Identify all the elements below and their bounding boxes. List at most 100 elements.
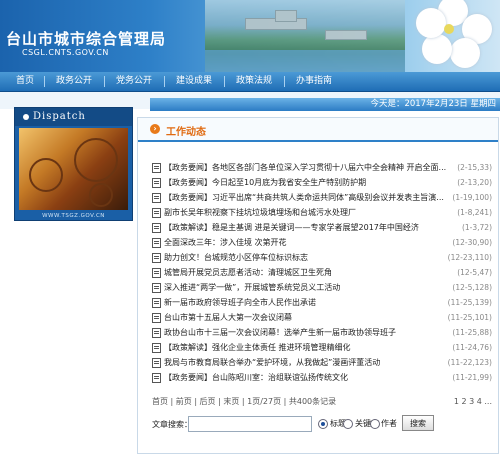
news-item[interactable]: 【政务要闻】习近平出席“共商共筑人类命运共同体”高级别会议并发表主旨演... (… [152,190,492,205]
search-label: 文章搜索： [152,420,192,429]
scenery-water [205,50,405,72]
news-item[interactable]: 深入推进“两学一做”，开展城管系统党员义工活动 (12-5,128) [152,280,492,295]
flower-petal [416,8,446,38]
news-title[interactable]: 【政务要闻】今日起至10月底为我省安全生产特别防护期 [164,175,449,190]
news-date: (11-21,99) [452,373,492,382]
site-header: 台山市城市综合管理局 CSGL.CNTS.GOV.CN [0,0,500,72]
nav-item-government-affairs[interactable]: 政务公开 [56,72,92,91]
search-button[interactable]: 搜索 [402,415,434,431]
gear-icon [29,158,63,192]
header-flower-image [398,0,500,72]
document-icon [152,283,161,293]
document-icon [152,223,161,233]
gear-icon [89,183,113,207]
flower-petal [450,38,480,68]
document-icon [152,193,161,203]
nav-divider [104,76,105,87]
news-date: (11-25,139) [447,298,492,307]
nav-divider [224,76,225,87]
news-title[interactable]: 助力创文！台城规范小区停车位标识标志 [164,250,449,265]
news-title[interactable]: 我局与市教育局联合举办“爱护环境，从我做起”漫画评董活动 [164,355,449,370]
document-icon [152,358,161,368]
site-domain: CSGL.CNTS.GOV.CN [22,48,109,57]
work-news-panel: › 工作动态 【政务要闻】各地区各部门各单位深入学习贯彻十八届六中全会精神 开启… [137,117,499,454]
arrow-icon: › [150,124,160,134]
document-icon [152,163,161,173]
news-title[interactable]: 【政策解读】强化企业主体责任 推进环境管理精细化 [164,340,449,355]
news-title[interactable]: 【政务要闻】各地区各部门各单位深入学习贯彻十八届六中全会精神 开启全面... [164,160,449,175]
document-icon [152,298,161,308]
nav-item-party-affairs[interactable]: 党务公开 [116,72,152,91]
dispatch-title-bar: Dispatch [15,108,132,126]
nav-divider [284,76,285,87]
news-date: (11-24,76) [452,343,492,352]
dispatch-image [19,128,128,210]
news-title[interactable]: 城管局开展党员志愿者活动：清理城区卫生死角 [164,265,449,280]
news-item[interactable]: 【政务要闻】各地区各部门各单位深入学习贯彻十八届六中全会精神 开启全面... (… [152,160,492,175]
news-item[interactable]: 新一届市政府领导班子向全市人民作出承诺 (11-25,139) [152,295,492,310]
news-title[interactable]: 政协台山市十三届一次会议闭幕！选举产生新一届市政协领导班子 [164,325,449,340]
document-icon [152,328,161,338]
header-scenery-image [205,0,405,72]
gear-icon [74,138,118,182]
news-title[interactable]: 【政策解读】稳是主基调 进是关键词——专家学者展望2017年中国经济 [164,220,449,235]
scenery-building [325,30,367,40]
radio-author[interactable] [370,419,380,429]
radio-title[interactable] [318,419,328,429]
news-item[interactable]: 【政务要闻】今日起至10月底为我省安全生产特别防护期 (2-13,20) [152,175,492,190]
date-bar: 今天是：2017年2月23日 星期四 [150,98,500,111]
news-title[interactable]: 【政务要闻】习近平出席“共商共筑人类命运共同体”高级别会议并发表主旨演... [164,190,449,205]
nav-item-regulations[interactable]: 政策法规 [236,72,272,91]
news-item[interactable]: 全面深改三年：涉入佳境 次第开花 (12-30,90) [152,235,492,250]
news-date: (12-5,47) [457,268,492,277]
article-search: 文章搜索： 标题 关键字 作者 搜索 [152,415,492,434]
news-item[interactable]: 副市长吴年积视察下挂坑垃圾填埋场和台城污水处理厂 (1-8,241) [152,205,492,220]
news-item[interactable]: 【政策解读】强化企业主体责任 推进环境管理精细化 (11-24,76) [152,340,492,355]
scenery-building [275,10,297,22]
news-title[interactable]: 新一届市政府领导班子向全市人民作出承诺 [164,295,449,310]
document-icon [152,373,161,383]
news-title[interactable]: 【政务要闻】台山陈昭川室：治组联谊弘扬传统文化 [164,370,449,385]
radio-keyword[interactable] [343,419,353,429]
site-title: 台山市城市综合管理局 [6,30,167,48]
news-title[interactable]: 全面深改三年：涉入佳境 次第开花 [164,235,449,250]
current-date: 今天是：2017年2月23日 星期四 [370,99,496,109]
news-date: (2-15,33) [457,163,492,172]
nav-item-achievements[interactable]: 建设成果 [176,72,212,91]
document-icon [152,343,161,353]
news-item[interactable]: 【政策解读】稳是主基调 进是关键词——专家学者展望2017年中国经济 (1-3,… [152,220,492,235]
document-icon [152,238,161,248]
dispatch-url: WWW.TSGZ.GOV.CN [42,213,105,219]
news-item[interactable]: 我局与市教育局联合举办“爱护环境，从我做起”漫画评董活动 (11-22,123) [152,355,492,370]
nav-item-home[interactable]: 首页 [16,72,34,91]
news-date: (1-19,100) [452,193,492,202]
nav-divider [164,76,165,87]
document-icon [152,313,161,323]
news-title[interactable]: 深入推进“两学一做”，开展城管系统党员义工活动 [164,280,449,295]
nav-divider [44,76,45,87]
news-item[interactable]: 台山市第十五届人大第一次会议闭幕 (11-25,101) [152,310,492,325]
news-date: (12-23,110) [447,253,492,262]
nav-item-service-guide[interactable]: 办事指南 [296,72,332,91]
news-date: (1-3,72) [461,223,492,232]
page-numbers[interactable]: 1 2 3 4 ... [454,396,492,408]
pagination-links[interactable]: 首页 | 前页 | 后页 | 末页 | 1页/27页 | 共400条记录 [152,397,336,406]
dispatch-banner[interactable]: Dispatch WWW.TSGZ.GOV.CN [14,107,133,221]
news-item[interactable]: 城管局开展党员志愿者活动：清理城区卫生死角 (12-5,47) [152,265,492,280]
news-date: (2-13,20) [457,178,492,187]
search-input[interactable] [188,416,312,432]
news-item[interactable]: 【政务要闻】台山陈昭川室：治组联谊弘扬传统文化 (11-21,99) [152,370,492,385]
news-date: (1-8,241) [457,208,492,217]
news-item[interactable]: 助力创文！台城规范小区停车位标识标志 (12-23,110) [152,250,492,265]
panel-title: 工作动态 [166,127,206,138]
news-item[interactable]: 政协台山市十三届一次会议闭幕！选举产生新一届市政协领导班子 (11-25,88) [152,325,492,340]
document-icon [152,253,161,263]
document-icon [152,268,161,278]
news-title[interactable]: 副市长吴年积视察下挂坑垃圾填埋场和台城污水处理厂 [164,205,449,220]
news-date: (11-22,123) [447,358,492,367]
document-icon [152,178,161,188]
news-title[interactable]: 台山市第十五届人大第一次会议闭幕 [164,310,449,325]
main-nav: 首页 政务公开 党务公开 建设成果 政策法规 办事指南 [0,72,500,92]
flower-petal [422,34,452,64]
pagination: 首页 | 前页 | 后页 | 末页 | 1页/27页 | 共400条记录 1 2… [152,396,492,408]
